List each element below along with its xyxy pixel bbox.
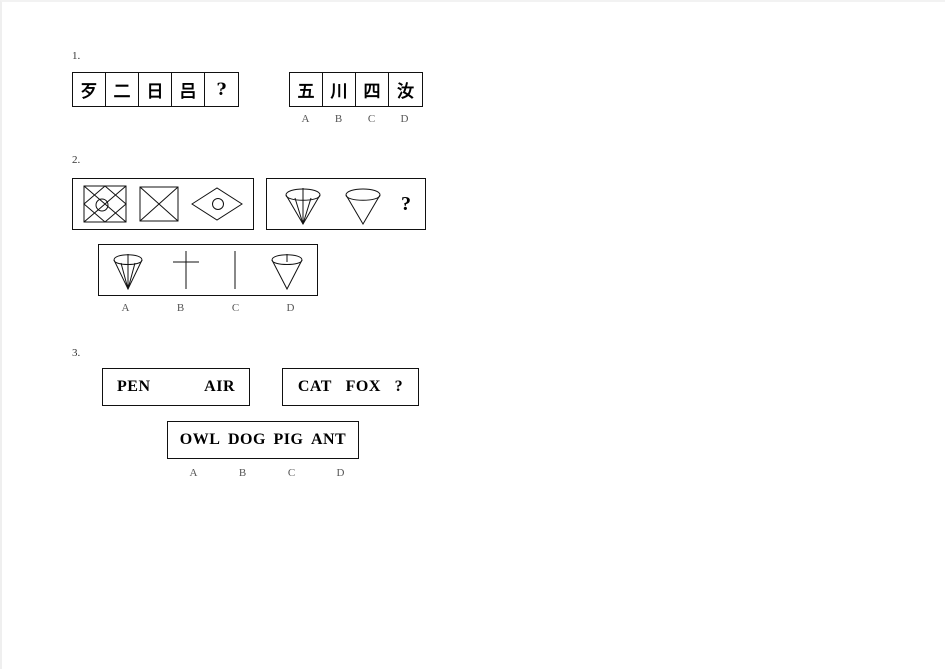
icon-diamond-with-circle <box>189 184 245 224</box>
option-cell-b[interactable]: 川 <box>323 73 356 106</box>
option-letter-d: D <box>400 113 409 125</box>
question-3-option-letters: A B C D <box>169 467 365 479</box>
option-cell-d[interactable]: 汝 <box>389 73 422 106</box>
option-letter-b: B <box>238 467 247 479</box>
option-icon-c-vertical-line[interactable] <box>224 247 246 293</box>
question-3-number: 3. <box>72 347 81 359</box>
question-3: 3. PEN AIR CAT FOX ? OWL DOG PIG ANT A B… <box>72 347 419 479</box>
option-icon-d-cone-horizontal[interactable] <box>267 247 307 293</box>
question-1: 1. 歹 二 日 吕 ? 五 川 四 汝 A B C D <box>72 50 423 125</box>
option-letter-d: D <box>336 467 345 479</box>
worksheet-page: 1. 歹 二 日 吕 ? 五 川 四 汝 A B C D 2. ? A B C … <box>0 0 945 669</box>
option-letter-a: A <box>121 302 130 314</box>
option-letter-b: B <box>334 113 343 125</box>
option-icon-b-cross[interactable] <box>168 247 204 293</box>
icon-cone-plain <box>341 181 385 227</box>
question-3-group-1: PEN AIR <box>102 368 250 406</box>
question-1-option-letters: A B C D <box>289 113 423 125</box>
option-cell-a[interactable]: 五 <box>290 73 323 106</box>
question-1-number: 1. <box>72 50 81 62</box>
stem-cell-question-mark: ? <box>216 79 227 100</box>
question-2: 2. ? A B C D <box>72 154 426 314</box>
icon-cone-with-vertical-line <box>281 181 325 227</box>
question-2-number: 2. <box>72 154 81 166</box>
option-word-d[interactable]: ANT <box>311 431 346 449</box>
question-1-options[interactable]: 五 川 四 汝 <box>289 72 423 107</box>
icon-square-with-x <box>137 184 181 224</box>
option-letter-c: C <box>287 467 296 479</box>
option-letter-b: B <box>176 302 185 314</box>
question-1-stem: 歹 二 日 吕 ? <box>72 72 239 107</box>
question-3-options[interactable]: OWL DOG PIG ANT <box>167 421 359 459</box>
word-fox: FOX <box>345 378 381 395</box>
option-letter-c: C <box>231 302 240 314</box>
right-column: 4. <box>482 2 945 671</box>
question-3-group-2: CAT FOX ? <box>282 368 419 406</box>
stem-cell: 二 <box>106 73 139 106</box>
word-air: AIR <box>204 378 235 395</box>
left-column: 1. 歹 二 日 吕 ? 五 川 四 汝 A B C D 2. ? A B C … <box>2 2 482 671</box>
option-letter-d: D <box>286 302 295 314</box>
icon-square-double-diagonals-circle <box>81 183 129 225</box>
option-letter-a: A <box>301 113 310 125</box>
word-pen: PEN <box>117 378 151 395</box>
word-cat: CAT <box>297 378 332 395</box>
stem-cell: 歹 <box>73 73 106 106</box>
stem-cell: 日 <box>139 73 172 106</box>
option-word-b[interactable]: DOG <box>228 431 266 449</box>
stem-cell: 吕 <box>172 73 205 106</box>
option-letter-a: A <box>189 467 198 479</box>
question-2-option-letters: A B C D <box>98 302 318 314</box>
question-2-question-mark: ? <box>401 192 411 215</box>
question-2-group-1 <box>72 178 254 230</box>
question-2-group-2: ? <box>266 178 426 230</box>
option-word-c[interactable]: PIG <box>273 431 303 449</box>
option-word-a[interactable]: OWL <box>180 431 221 449</box>
question-2-options[interactable] <box>98 244 318 296</box>
option-cell-c[interactable]: 四 <box>356 73 389 106</box>
question-3-question-mark: ? <box>394 378 404 395</box>
option-icon-a-cone-vertical[interactable] <box>109 247 147 293</box>
option-letter-c: C <box>367 113 376 125</box>
